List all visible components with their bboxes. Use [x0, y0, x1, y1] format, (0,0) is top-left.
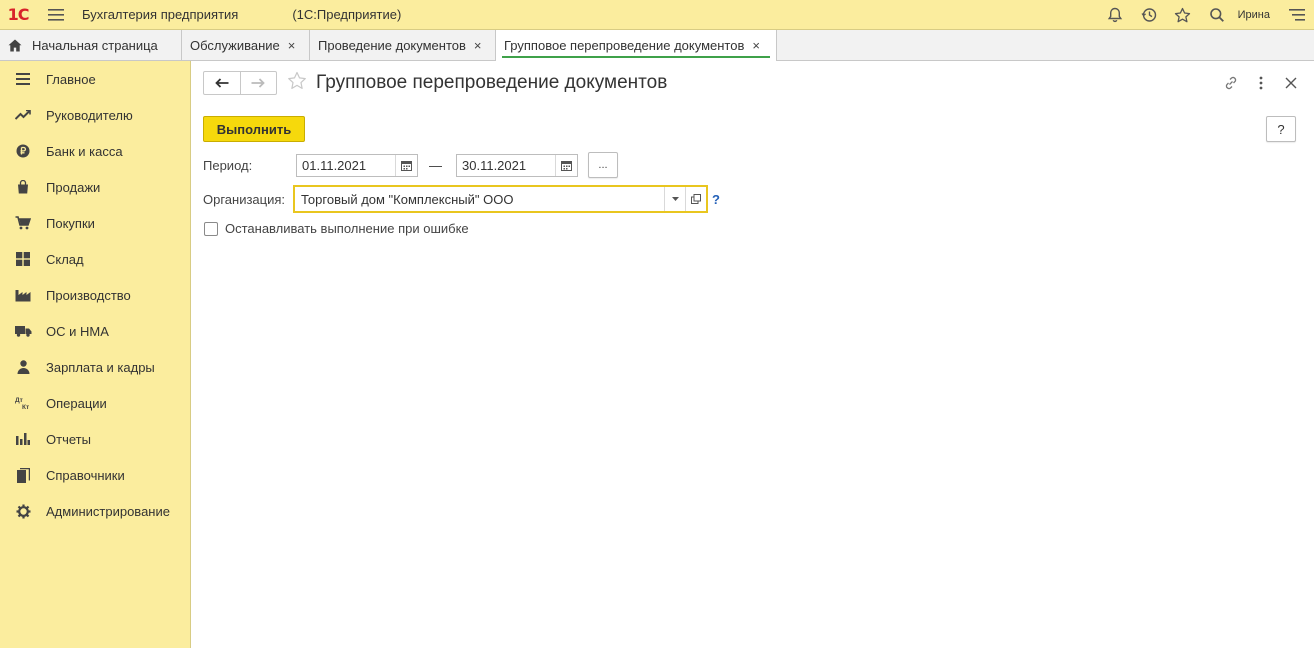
title-bar: 1С Бухгалтерия предприятия (1С:Предприят…	[0, 0, 1314, 30]
sidebar-item-warehouse[interactable]: Склад	[0, 241, 190, 277]
truck-icon	[14, 322, 32, 340]
person-icon	[14, 358, 32, 376]
sidebar-item-label: Производство	[46, 287, 131, 303]
select-period-button[interactable]: ...	[588, 152, 618, 178]
execute-button[interactable]: Выполнить	[203, 116, 305, 142]
sidebar-item-label: Руководителю	[46, 107, 133, 123]
sidebar-item-label: Операции	[46, 395, 107, 411]
sidebar-item-fixed-assets[interactable]: ОС и НМА	[0, 313, 190, 349]
sidebar-item-operations[interactable]: Дт Кт Операции	[0, 385, 190, 421]
search-icon[interactable]	[1200, 0, 1234, 30]
stop-on-error-label[interactable]: Останавливать выполнение при ошибке	[225, 221, 469, 236]
date-from-field[interactable]: 01.11.2021	[296, 154, 418, 177]
bell-icon[interactable]	[1098, 0, 1132, 30]
sidebar-item-label: Покупки	[46, 215, 95, 231]
sidebar-item-production[interactable]: Производство	[0, 277, 190, 313]
chevron-down-icon[interactable]	[664, 187, 685, 211]
sidebar-item-label: Продажи	[46, 179, 101, 195]
sidebar-item-directories[interactable]: Справочники	[0, 457, 190, 493]
organization-label: Организация:	[203, 192, 286, 207]
dt-kt-icon: Дт Кт	[14, 394, 32, 412]
sidebar-item-main[interactable]: Главное	[0, 61, 190, 97]
gear-icon	[14, 502, 32, 520]
settings-lines-icon[interactable]	[1280, 0, 1314, 30]
user-name[interactable]: Ирина	[1238, 9, 1270, 21]
svg-text:Дт: Дт	[15, 397, 23, 404]
1c-logo-icon: 1С	[7, 5, 30, 24]
calendar-icon[interactable]	[395, 155, 417, 176]
forward-button[interactable]	[239, 72, 276, 94]
link-icon[interactable]	[1216, 71, 1246, 95]
bar-chart-icon	[14, 430, 32, 448]
sidebar-item-label: Главное	[46, 71, 96, 87]
tab-label: Групповое перепроведение документов	[504, 38, 745, 53]
sidebar-item-label: Банк и касса	[46, 143, 123, 159]
sidebar-item-manager[interactable]: Руководителю	[0, 97, 190, 133]
sidebar-item-bank[interactable]: Банк и касса	[0, 133, 190, 169]
organization-field[interactable]: Торговый дом "Комплексный" ООО	[293, 185, 708, 213]
date-to-value: 30.11.2021	[462, 158, 527, 173]
period-label: Период:	[203, 158, 253, 173]
tab-label: Обслуживание	[190, 37, 280, 53]
sidebar-item-purchases[interactable]: Покупки	[0, 205, 190, 241]
stop-on-error-checkbox[interactable]	[204, 222, 218, 236]
sidebar-item-label: Отчеты	[46, 431, 91, 447]
sidebar-item-administration[interactable]: Администрирование	[0, 493, 190, 529]
main-menu-icon[interactable]	[36, 0, 76, 30]
tab-group-reposting[interactable]: Групповое перепроведение документов ×	[496, 30, 777, 61]
history-navigation	[203, 71, 277, 95]
date-range-dash: —	[429, 158, 442, 173]
sidebar-item-label: Зарплата и кадры	[46, 359, 155, 375]
close-icon[interactable]: ×	[752, 38, 760, 53]
calendar-icon[interactable]	[555, 155, 577, 176]
sidebar-item-label: Склад	[46, 251, 84, 267]
help-button[interactable]: ?	[1266, 116, 1296, 142]
tab-home[interactable]: Начальная страница	[0, 30, 182, 60]
sidebar-item-salary[interactable]: Зарплата и кадры	[0, 349, 190, 385]
sidebar-item-label: ОС и НМА	[46, 323, 109, 339]
tab-posting-documents[interactable]: Проведение документов ×	[310, 30, 496, 60]
factory-icon	[14, 286, 32, 304]
history-icon[interactable]	[1132, 0, 1166, 30]
sidebar-item-sales[interactable]: Продажи	[0, 169, 190, 205]
shopping-bag-icon	[14, 178, 32, 196]
tab-label: Начальная страница	[32, 37, 158, 53]
date-to-field[interactable]: 30.11.2021	[456, 154, 578, 177]
favorites-star-icon[interactable]	[1166, 0, 1200, 30]
more-actions-icon[interactable]	[1246, 71, 1276, 95]
app-title: Бухгалтерия предприятия	[82, 7, 239, 22]
page-title: Групповое перепроведение документов	[316, 72, 668, 93]
sections-sidebar: Главное Руководителю Банк и касса Продаж…	[0, 61, 191, 648]
close-form-icon[interactable]	[1276, 71, 1306, 95]
menu-lines-icon	[14, 70, 32, 88]
trend-icon	[14, 106, 32, 124]
home-icon	[8, 39, 22, 52]
close-icon[interactable]: ×	[474, 38, 482, 53]
back-button[interactable]	[204, 72, 240, 94]
books-icon	[14, 466, 32, 484]
tab-label: Проведение документов	[318, 37, 466, 53]
organization-help-link[interactable]: ?	[712, 192, 720, 207]
close-icon[interactable]: ×	[288, 38, 296, 53]
form-area: Групповое перепроведение документов Выпо…	[191, 61, 1314, 648]
tab-bar: Начальная страница Обслуживание × Провед…	[0, 30, 1314, 61]
svg-text:Кт: Кт	[22, 404, 29, 410]
organization-value: Торговый дом "Комплексный" ООО	[301, 191, 514, 207]
app-subtitle: (1С:Предприятие)	[292, 7, 402, 22]
sidebar-item-label: Справочники	[46, 467, 125, 483]
sidebar-item-label: Администрирование	[46, 503, 170, 519]
ruble-coin-icon	[14, 142, 32, 160]
warehouse-grid-icon	[14, 250, 32, 268]
sidebar-item-reports[interactable]: Отчеты	[0, 421, 190, 457]
add-to-favorites-star-icon[interactable]	[287, 71, 307, 94]
open-in-window-icon[interactable]	[685, 187, 706, 211]
date-from-value: 01.11.2021	[302, 158, 367, 173]
tab-maintenance[interactable]: Обслуживание ×	[182, 30, 310, 60]
cart-icon	[14, 214, 32, 232]
